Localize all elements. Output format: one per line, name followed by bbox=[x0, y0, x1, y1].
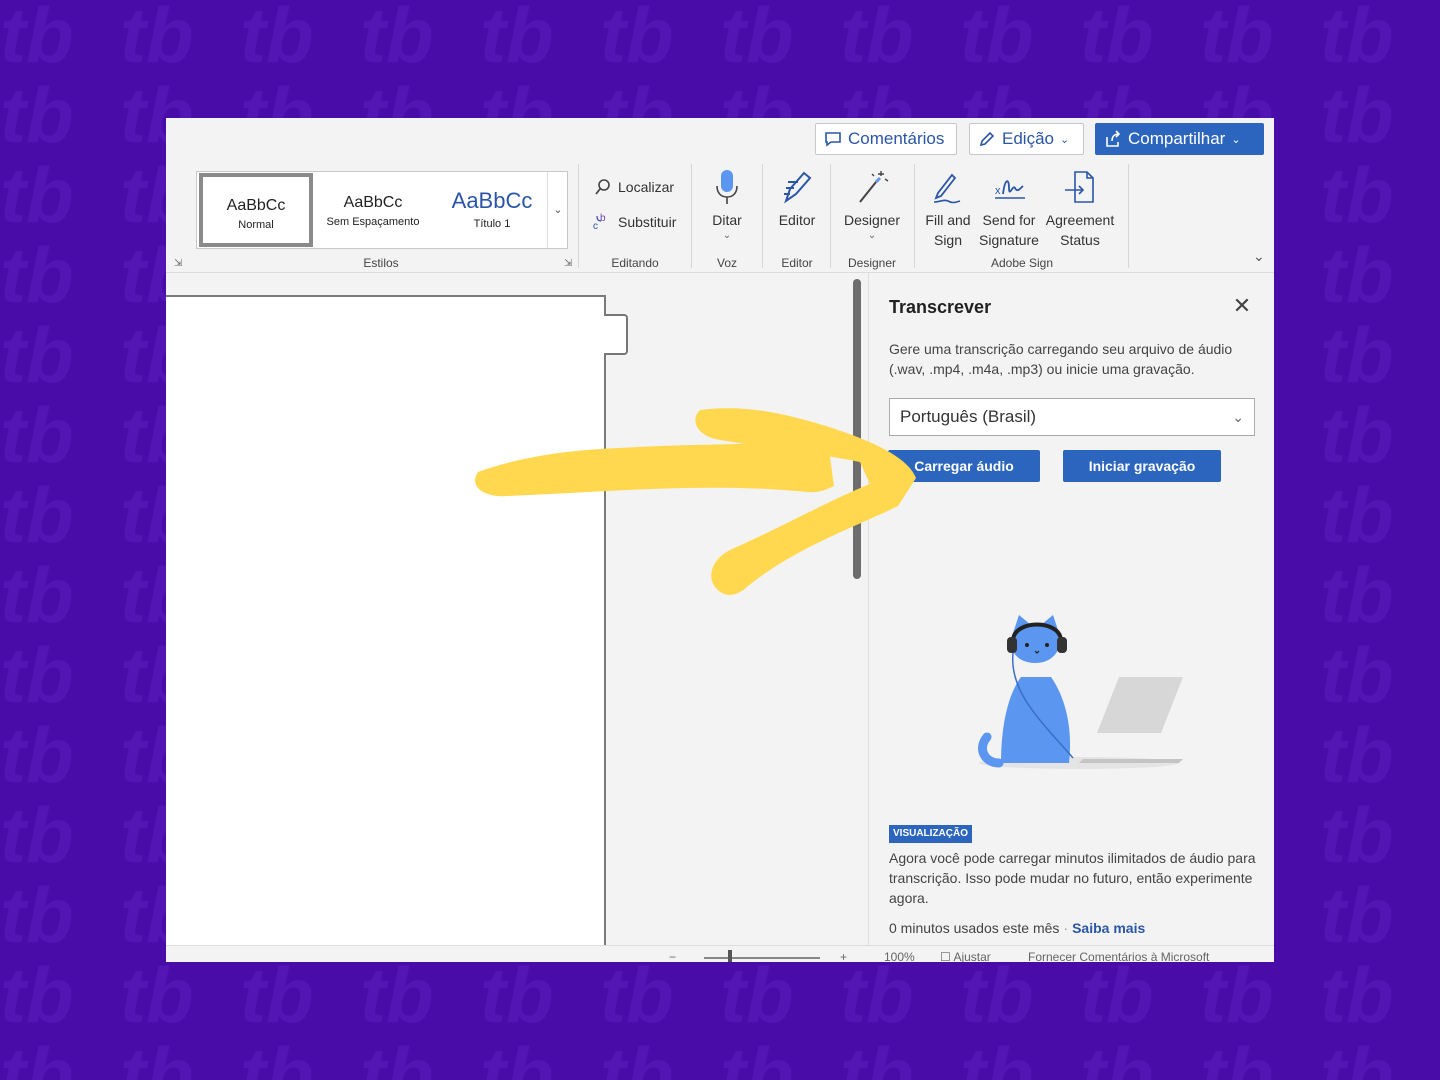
style-heading-1[interactable]: AaBbCc Título 1 bbox=[437, 172, 547, 248]
group-label-voice: Voz bbox=[716, 256, 737, 270]
transcribe-pane: Transcrever ✕ Gere uma transcrição carre… bbox=[868, 273, 1274, 945]
chevron-down-icon: ⌄ bbox=[1059, 133, 1070, 146]
usage-line: 0 minutos usados este mês · Saiba mais bbox=[889, 920, 1146, 936]
preview-text: Agora você pode carregar minutos ilimita… bbox=[889, 850, 1256, 906]
style-sample: AaBbCc bbox=[343, 194, 403, 211]
vertical-scrollbar[interactable] bbox=[853, 279, 861, 579]
chevron-down-icon: ⌄ bbox=[722, 230, 732, 241]
send-sign-line2: Signature bbox=[979, 232, 1039, 248]
dialog-launcher-icon[interactable]: ⇲ bbox=[174, 258, 182, 269]
replace-button[interactable]: bc Substituir bbox=[592, 212, 676, 232]
fill-and-sign-button[interactable]: Fill and Sign bbox=[922, 168, 974, 250]
zoom-in-button[interactable]: + bbox=[840, 950, 847, 962]
group-label-adobe: Adobe Sign bbox=[990, 256, 1054, 270]
agreement-line1: Agreement bbox=[1045, 212, 1115, 228]
zoom-slider[interactable] bbox=[704, 950, 820, 962]
language-dropdown[interactable]: Português (Brasil) ⌄ bbox=[889, 398, 1255, 436]
comment-icon bbox=[825, 132, 841, 147]
page-corner-marker bbox=[604, 314, 628, 355]
style-name: Sem Espaçamento bbox=[326, 216, 420, 228]
editor-label: Editor bbox=[778, 212, 816, 228]
comments-button[interactable]: Comentários bbox=[815, 123, 957, 155]
share-icon bbox=[1106, 130, 1121, 147]
style-name: Normal bbox=[238, 219, 274, 231]
zoom-level[interactable]: 100% bbox=[884, 950, 915, 962]
editing-mode-button[interactable]: Edição ⌄ bbox=[969, 123, 1084, 155]
word-window: Comentários Edição ⌄ Compartilhar ⌄ AaBb… bbox=[166, 118, 1274, 962]
feedback-link[interactable]: Fornecer Comentários à Microsoft bbox=[1028, 950, 1209, 962]
magic-wand-icon bbox=[859, 171, 889, 203]
document-page[interactable] bbox=[166, 295, 606, 955]
chevron-down-icon: ⌄ bbox=[1232, 409, 1244, 425]
style-normal[interactable]: AaBbCc Normal bbox=[199, 173, 313, 247]
share-label: Compartilhar bbox=[1128, 129, 1226, 148]
find-button[interactable]: Localizar bbox=[594, 178, 674, 196]
fill-sign-icon bbox=[933, 173, 961, 204]
send-for-signature-button[interactable]: x Send for Signature bbox=[978, 168, 1040, 250]
comments-label: Comentários bbox=[848, 129, 945, 148]
zoom-slider-thumb[interactable] bbox=[728, 950, 732, 962]
language-value: Português (Brasil) bbox=[900, 407, 1037, 426]
close-icon[interactable]: ✕ bbox=[1229, 293, 1255, 319]
agreement-status-button[interactable]: Agreement Status bbox=[1042, 168, 1118, 250]
dictate-button[interactable]: Ditar ⌄ bbox=[703, 168, 751, 242]
status-bar: − + 100% ☐ Ajustar Fornecer Comentários … bbox=[166, 945, 1274, 962]
signature-icon: x bbox=[995, 180, 1025, 199]
svg-text:b: b bbox=[600, 213, 606, 224]
document-arrow-icon bbox=[1065, 171, 1094, 203]
svg-text:x: x bbox=[995, 185, 1001, 197]
pane-title: Transcrever bbox=[889, 297, 992, 317]
start-recording-button[interactable]: Iniciar gravação bbox=[1063, 450, 1221, 482]
designer-button[interactable]: Designer ⌄ bbox=[838, 168, 906, 242]
style-no-spacing[interactable]: AaBbCc Sem Espaçamento bbox=[313, 172, 433, 248]
editing-label: Edição bbox=[1002, 129, 1054, 148]
group-label-styles: Estilos bbox=[363, 256, 399, 270]
svg-text:c: c bbox=[593, 221, 598, 232]
gallery-expand-button[interactable]: ⌄ bbox=[547, 172, 568, 248]
styles-gallery: AaBbCc Normal AaBbCc Sem Espaçamento AaB… bbox=[196, 171, 568, 249]
usage-text: 0 minutos usados este mês bbox=[889, 920, 1060, 936]
cat-with-headphones-illustration bbox=[978, 615, 1183, 769]
chevron-down-icon: ⌄ bbox=[1231, 133, 1241, 146]
group-label-editing: Editando bbox=[611, 256, 659, 270]
upload-audio-button[interactable]: Carregar áudio bbox=[888, 450, 1040, 482]
collapse-ribbon-icon[interactable]: ⌄ bbox=[1253, 248, 1265, 265]
microphone-icon bbox=[716, 170, 738, 204]
pane-description: Gere uma transcrição carregando seu arqu… bbox=[889, 341, 1233, 377]
find-label: Localizar bbox=[618, 179, 675, 195]
learn-more-link[interactable]: Saiba mais bbox=[1072, 920, 1145, 936]
designer-label: Designer bbox=[843, 212, 901, 228]
fill-sign-line1: Fill and bbox=[925, 212, 971, 228]
document-canvas bbox=[166, 273, 866, 955]
style-name: Título 1 bbox=[473, 218, 511, 230]
search-icon bbox=[595, 179, 610, 195]
dictate-label: Ditar bbox=[712, 212, 742, 228]
fit-label: Ajustar bbox=[953, 950, 991, 962]
fill-sign-line2: Sign bbox=[933, 232, 963, 248]
chevron-down-icon: ⌄ bbox=[867, 230, 877, 241]
editor-button[interactable]: Editor bbox=[769, 168, 825, 230]
editor-pen-icon bbox=[784, 171, 812, 204]
fit-checkbox[interactable]: ☐ Ajustar bbox=[940, 950, 991, 962]
style-sample: AaBbCc bbox=[451, 188, 533, 213]
preview-badge: VISUALIZAÇÃO bbox=[889, 825, 972, 843]
share-button[interactable]: Compartilhar ⌄ bbox=[1095, 123, 1264, 155]
group-label-editor: Editor bbox=[781, 256, 813, 270]
group-label-designer: Designer bbox=[847, 256, 897, 270]
style-sample: AaBbCc bbox=[226, 197, 286, 214]
zoom-out-button[interactable]: − bbox=[669, 950, 676, 962]
agreement-line2: Status bbox=[1060, 232, 1100, 248]
pencil-icon bbox=[979, 131, 995, 147]
send-sign-line1: Send for bbox=[982, 212, 1036, 228]
dialog-launcher-icon[interactable]: ⇲ bbox=[564, 258, 572, 269]
ribbon: AaBbCc Normal AaBbCc Sem Espaçamento AaB… bbox=[166, 160, 1274, 273]
replace-icon: bc bbox=[593, 213, 606, 232]
replace-label: Substituir bbox=[618, 214, 677, 230]
start-recording-label: Iniciar gravação bbox=[1088, 458, 1196, 474]
upload-audio-label: Carregar áudio bbox=[914, 458, 1014, 474]
